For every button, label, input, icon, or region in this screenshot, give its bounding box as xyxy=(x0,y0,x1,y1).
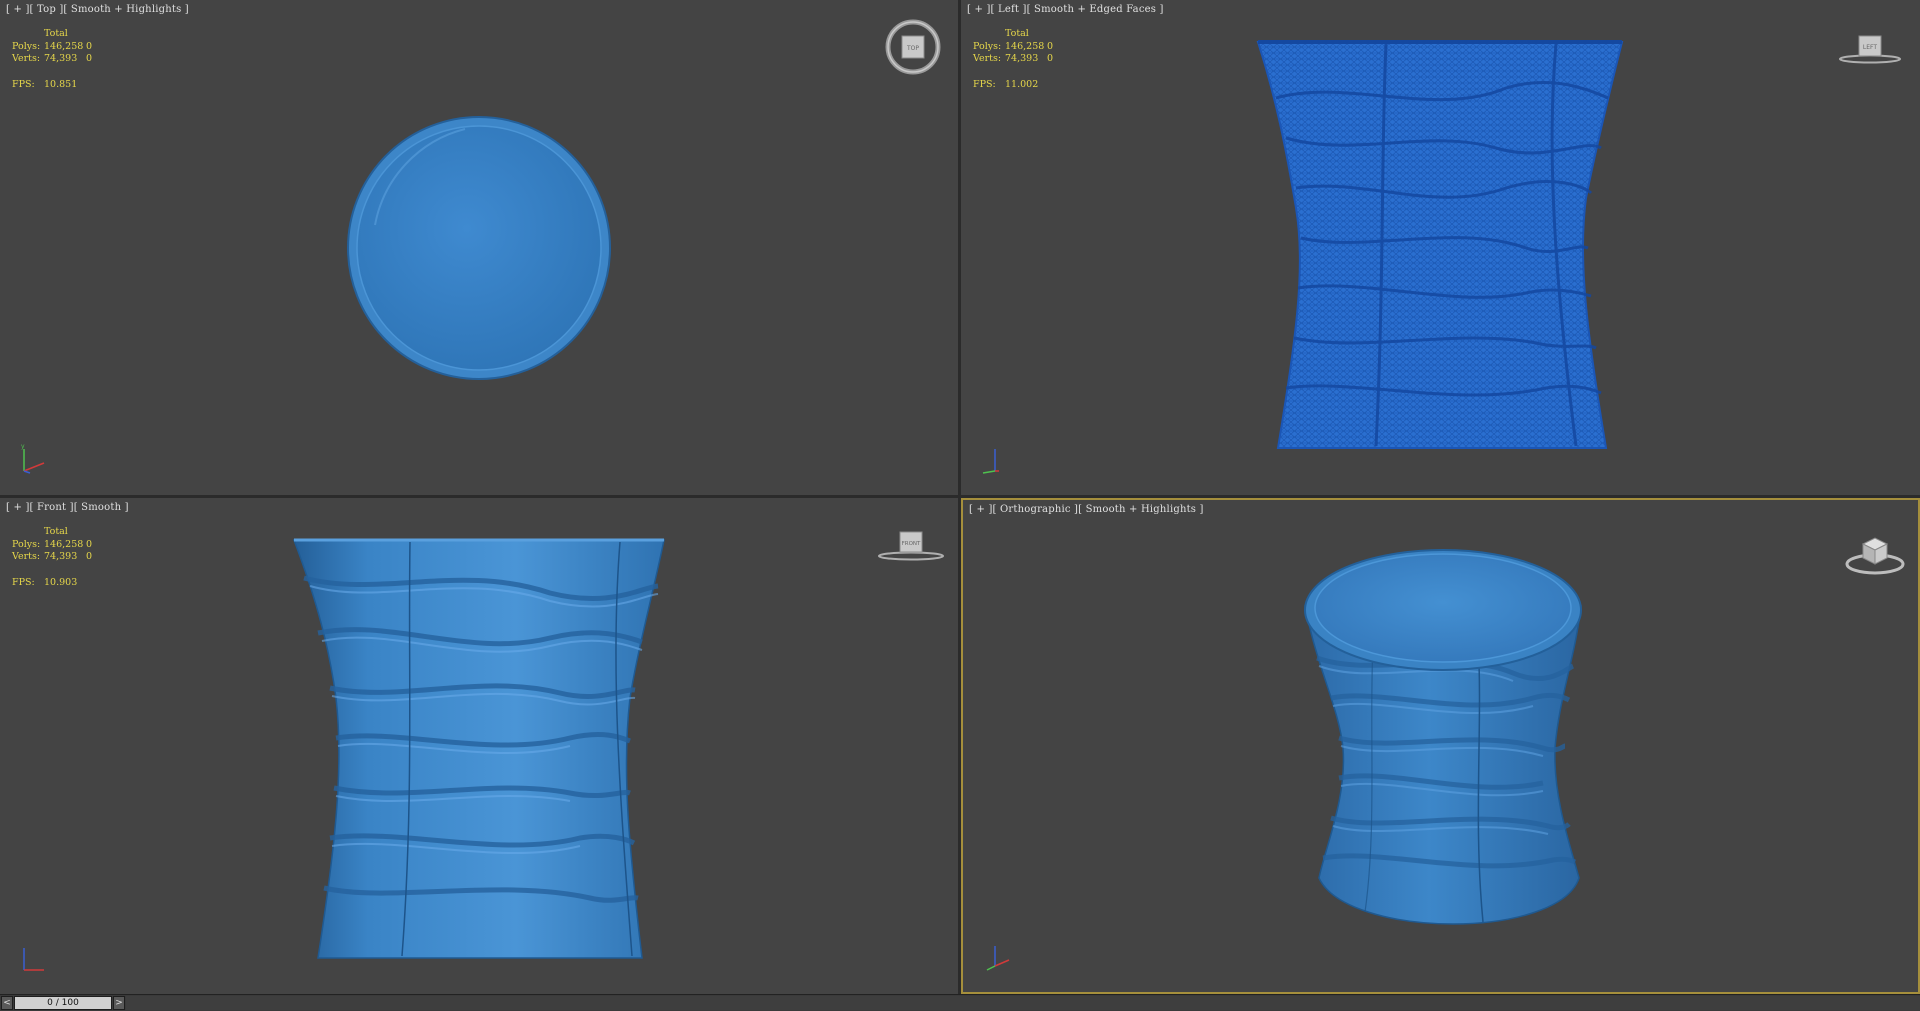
axis-tripod-icon: y xyxy=(21,443,45,474)
svg-text:y: y xyxy=(21,443,25,450)
viewcube-ortho-icon[interactable] xyxy=(1843,528,1907,578)
stool-top-view[interactable] xyxy=(345,115,615,385)
stats-fps-label: FPS: xyxy=(12,576,35,588)
stool-front-view[interactable] xyxy=(290,538,670,963)
stats-fps-value: 11.002 xyxy=(1005,78,1039,90)
stats-total-header: Total xyxy=(1005,28,1029,39)
stats-fps-value: 10.851 xyxy=(44,78,78,90)
axis-tripod-icon xyxy=(23,948,44,971)
stool-perspective-view[interactable] xyxy=(1303,548,1583,958)
stats-polys-selected: 0 xyxy=(86,538,93,550)
stats-verts-selected: 0 xyxy=(1047,53,1054,64)
stats-verts-value: 74,393 xyxy=(1005,53,1039,64)
stats-fps-value: 10.903 xyxy=(44,576,78,588)
viewport-statistics: Total Polys: 146,258 0 Verts: 74,393 0 FPS: 1… xyxy=(12,526,92,589)
viewport-top[interactable]: [ + ][ Top ][ Smooth + Highlights ] Tota… xyxy=(0,0,958,495)
stats-polys-value: 146,258 xyxy=(1005,40,1045,52)
viewport-label[interactable]: [ + ][ Front ][ Smooth ] xyxy=(6,502,129,513)
viewport-statistics: Total Polys: 146,258 0 Verts: 74,393 0 FPS: 1… xyxy=(973,28,1053,91)
axis-tripod-icon xyxy=(986,946,1010,971)
stats-verts-value: 74,393 xyxy=(44,53,78,64)
stats-verts-selected: 0 xyxy=(86,551,93,562)
stats-polys-label: Polys: xyxy=(12,538,41,550)
viewport-orthographic-active[interactable]: [ + ][ Orthographic ][ Smooth + Highligh… xyxy=(961,498,1920,994)
stats-polys-selected: 0 xyxy=(1047,40,1054,52)
stats-fps-label: FPS: xyxy=(973,78,996,90)
viewcube-front-icon[interactable]: FRONT xyxy=(876,528,946,562)
viewport-label[interactable]: [ + ][ Orthographic ][ Smooth + Highligh… xyxy=(969,504,1204,515)
stats-verts-label: Verts: xyxy=(12,551,41,562)
next-frame-button[interactable]: > xyxy=(113,996,125,1010)
stats-polys-label: Polys: xyxy=(12,40,41,52)
viewport-label[interactable]: [ + ][ Top ][ Smooth + Highlights ] xyxy=(6,4,189,15)
stats-fps-label: FPS: xyxy=(12,78,35,90)
viewport-label[interactable]: [ + ][ Left ][ Smooth + Edged Faces ] xyxy=(967,4,1164,15)
max-viewport-layout: [ + ][ Top ][ Smooth + Highlights ] Tota… xyxy=(0,0,1920,1011)
time-slider-bar: < 0 / 100 > xyxy=(0,994,1920,1011)
viewport-front[interactable]: [ + ][ Front ][ Smooth ] Total Polys: 146… xyxy=(0,498,958,994)
viewport-left[interactable]: [ + ][ Left ][ Smooth + Edged Faces ] To… xyxy=(961,0,1920,495)
stats-polys-value: 146,258 xyxy=(44,40,84,52)
stats-total-header: Total xyxy=(44,28,68,39)
stats-verts-selected: 0 xyxy=(86,53,93,64)
stats-polys-label: Polys: xyxy=(973,40,1002,52)
viewcube-top-icon[interactable]: TOP xyxy=(884,18,942,76)
stats-total-header: Total xyxy=(44,526,68,537)
stats-polys-value: 146,258 xyxy=(44,538,84,550)
time-slider-frame-readout[interactable]: 0 / 100 xyxy=(14,996,112,1010)
viewcube-face-label: FRONT xyxy=(902,541,921,547)
stats-verts-label: Verts: xyxy=(12,53,41,64)
axis-tripod-icon xyxy=(982,449,999,474)
viewcube-face-label: LEFT xyxy=(1863,44,1877,51)
stats-verts-label: Verts: xyxy=(973,53,1002,64)
viewcube-left-icon[interactable]: LEFT xyxy=(1837,28,1903,68)
viewcube-face-label: TOP xyxy=(906,45,919,52)
time-slider-track[interactable] xyxy=(126,996,1920,1010)
stats-polys-selected: 0 xyxy=(86,40,93,52)
stool-left-wireframe[interactable] xyxy=(1256,38,1636,463)
previous-frame-button[interactable]: < xyxy=(1,996,13,1010)
stats-verts-value: 74,393 xyxy=(44,551,78,562)
viewport-statistics: Total Polys: 146,258 0 Verts: 74,393 0 FPS: 1… xyxy=(12,28,92,91)
